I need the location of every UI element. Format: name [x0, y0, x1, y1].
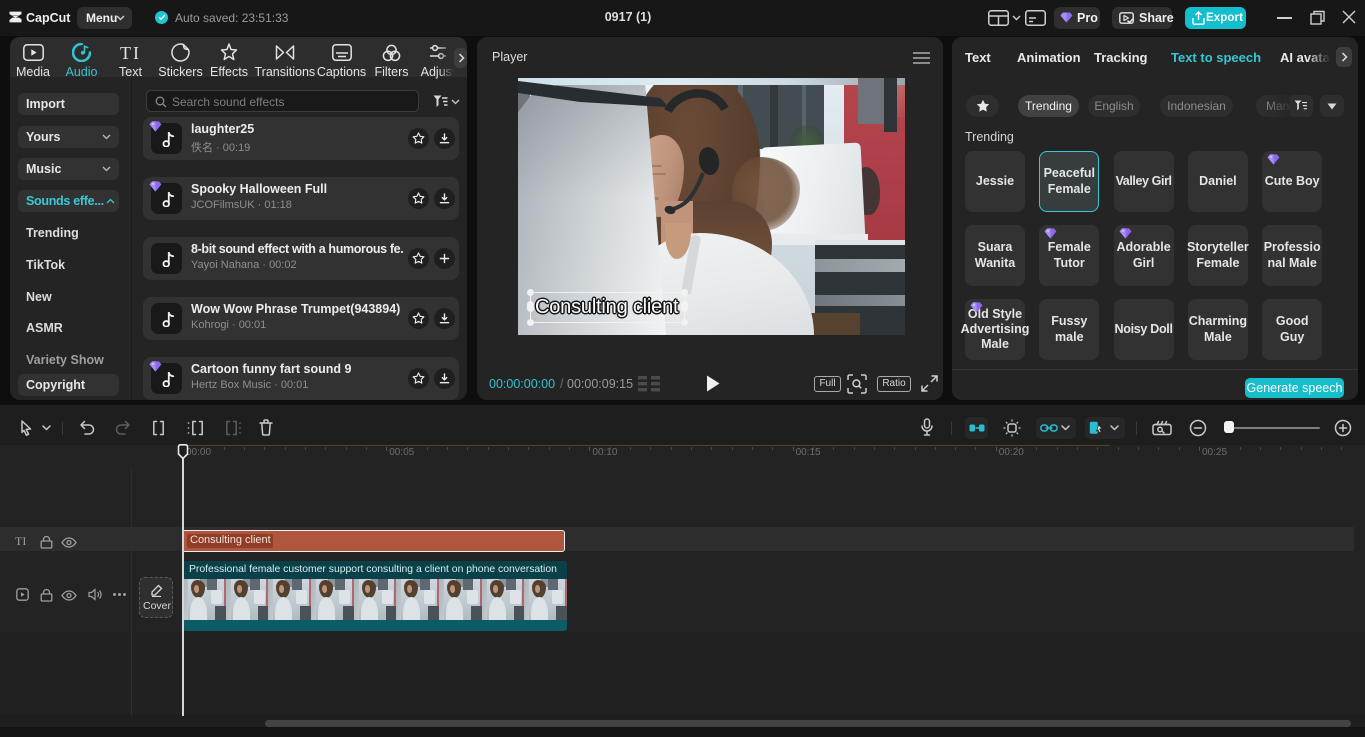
svg-text:T: T — [120, 44, 131, 61]
svg-text:I: I — [133, 44, 139, 61]
